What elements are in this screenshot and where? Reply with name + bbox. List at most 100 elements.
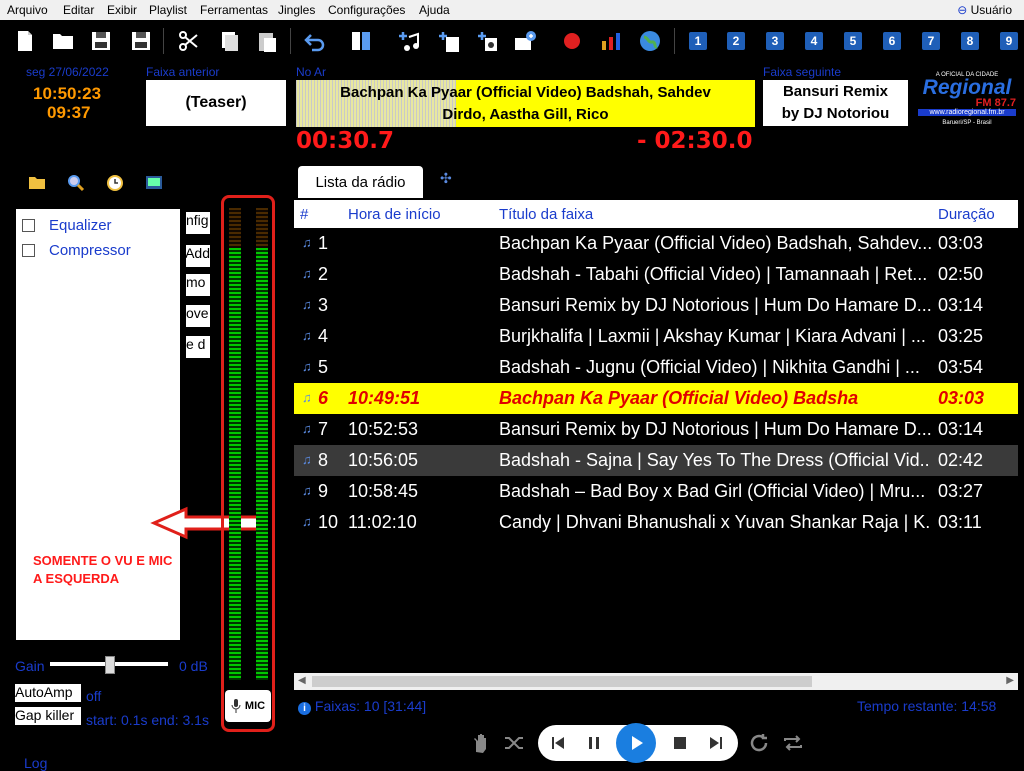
paste-icon[interactable] <box>254 28 280 54</box>
repeat-icon[interactable] <box>782 732 804 759</box>
compressor-option[interactable]: Compressor <box>22 242 131 259</box>
equalizer-checkbox[interactable] <box>22 219 35 232</box>
search-icon[interactable] <box>67 174 85 197</box>
user-menu[interactable]: ⊖ Usuário <box>957 3 1012 17</box>
cart-button-9[interactable]: 9 <box>1000 32 1018 50</box>
microphone-icon <box>231 699 241 713</box>
mic-button[interactable]: MIC <box>225 690 271 722</box>
shuffle-icon[interactable] <box>503 732 525 759</box>
cart-button-5[interactable]: 5 <box>844 32 862 50</box>
remove-button[interactable]: ove <box>186 305 210 327</box>
table-row[interactable]: ♫ 5 Badshah - Jugnu (Official Video) | Nik… <box>294 352 1018 383</box>
stop-button[interactable] <box>662 725 698 761</box>
cart-button-2[interactable]: 2 <box>727 32 745 50</box>
cart-button-3[interactable]: 3 <box>766 32 784 50</box>
record-icon[interactable] <box>559 28 585 54</box>
save-icon[interactable] <box>88 28 114 54</box>
menu-editar[interactable]: Editar <box>63 3 94 17</box>
table-row[interactable]: ♫ 9 10:58:45 Badshah – Bad Boy x Bad Girl (… <box>294 476 1018 507</box>
add-tab-icon[interactable]: ✣ <box>440 170 452 187</box>
table-row-current[interactable]: ♫ 6 10:49:51 Bachpan Ka Pyaar (Official Vid… <box>294 383 1018 414</box>
stats-icon[interactable] <box>598 28 624 54</box>
table-row[interactable]: ♫ 10 11:02:10 Candy | Dhvani Bhanushali x Y… <box>294 507 1018 538</box>
table-row[interactable]: ♫ 8 10:56:05 Badshah - Sajna | Say Yes To T… <box>294 445 1018 476</box>
column-title[interactable]: Título da faixa <box>499 206 593 223</box>
menu-exibir[interactable]: Exibir <box>107 3 137 17</box>
scrollbar-thumb[interactable] <box>312 676 812 687</box>
next-button[interactable] <box>698 725 734 761</box>
cart-button-7[interactable]: 7 <box>922 32 940 50</box>
menu-ajuda[interactable]: Ajuda <box>419 3 450 17</box>
menu-jingles[interactable]: Jingles <box>278 3 315 17</box>
folder-icon[interactable] <box>28 174 46 193</box>
edit-button[interactable]: e d <box>186 336 210 358</box>
undo-icon[interactable] <box>302 28 328 54</box>
next-track-line1: Bansuri Remix <box>782 83 889 100</box>
log-tab[interactable]: Log <box>24 755 47 771</box>
move-button[interactable]: mo <box>186 274 210 296</box>
config-button[interactable]: nfig <box>186 212 210 234</box>
row-number: 6 <box>318 388 329 408</box>
split-view-icon[interactable] <box>348 28 374 54</box>
row-duration: 03:25 <box>938 326 984 346</box>
add-music-icon[interactable] <box>396 28 422 54</box>
scroll-right-icon[interactable]: ▶ <box>1006 675 1014 686</box>
scroll-left-icon[interactable]: ◀ <box>298 675 306 686</box>
gapkiller-button[interactable]: Gap killer <box>15 707 81 725</box>
add-list-icon[interactable] <box>436 28 462 54</box>
equalizer-option[interactable]: Equalizer <box>22 217 112 234</box>
monitor-icon[interactable] <box>145 174 163 197</box>
row-number: 10 <box>318 512 339 532</box>
horizontal-scrollbar[interactable]: ◀ ▶ <box>294 673 1018 690</box>
globe-icon[interactable] <box>637 28 663 54</box>
menu-ferramentas[interactable]: Ferramentas <box>200 3 268 17</box>
copy-icon[interactable] <box>216 28 242 54</box>
table-row[interactable]: ♫ 3 Bansuri Remix by DJ Notorious | Hum Do… <box>294 290 1018 321</box>
save-as-icon[interactable] <box>128 28 154 54</box>
column-start-time[interactable]: Hora de início <box>348 206 441 223</box>
cart-button-6[interactable]: 6 <box>883 32 901 50</box>
row-duration: 03:03 <box>938 388 985 408</box>
cut-icon[interactable] <box>176 28 202 54</box>
table-row[interactable]: ♫ 2 Badshah - Tabahi (Official Video) | Ta… <box>294 259 1018 290</box>
pause-button[interactable] <box>576 725 612 761</box>
column-duration[interactable]: Duração <box>938 206 995 223</box>
hand-icon[interactable] <box>470 732 492 759</box>
add-jingle-icon[interactable] <box>475 28 501 54</box>
user-icon: ⊖ <box>957 3 968 17</box>
logo-frequency: FM 87.7 <box>975 97 1016 109</box>
gain-slider-thumb[interactable] <box>105 656 115 674</box>
play-button[interactable] <box>616 723 656 763</box>
add-button[interactable]: Add <box>186 245 210 267</box>
new-file-icon[interactable] <box>12 28 38 54</box>
table-row[interactable]: ♫ 7 10:52:53 Bansuri Remix by DJ Notorious … <box>294 414 1018 445</box>
menu-configuracoes[interactable]: Configurações <box>328 3 405 17</box>
table-row[interactable]: ♫ 4 Burjkhalifa | Laxmii | Akshay Kumar | … <box>294 321 1018 352</box>
row-title: Bansuri Remix by DJ Notorious | Hum Do H… <box>499 295 931 315</box>
menu-playlist[interactable]: Playlist <box>149 3 187 17</box>
compressor-checkbox[interactable] <box>22 244 35 257</box>
row-start-time: 10:58:45 <box>348 481 419 501</box>
column-number[interactable]: # <box>300 206 308 223</box>
toolbar-separator <box>290 28 291 54</box>
clock-icon[interactable] <box>106 174 124 197</box>
gain-slider[interactable] <box>50 656 168 674</box>
row-title: Candy | Dhvani Bhanushali x Yuvan Shanka… <box>499 512 931 532</box>
open-folder-icon[interactable] <box>50 28 76 54</box>
vu-meter-left <box>229 208 241 680</box>
autoamp-state: off <box>86 688 102 704</box>
remaining-time: - 02:30.0 <box>637 128 753 154</box>
cart-button-4[interactable]: 4 <box>805 32 823 50</box>
cart-button-8[interactable]: 8 <box>961 32 979 50</box>
tab-lista-da-radio[interactable]: Lista da rádio <box>298 166 423 198</box>
info-icon: i <box>298 702 311 715</box>
cart-button-1[interactable]: 1 <box>689 32 707 50</box>
previous-button[interactable] <box>540 725 576 761</box>
autoamp-button[interactable]: AutoAmp <box>15 684 81 702</box>
elapsed-time: 00:30.7 <box>296 128 394 154</box>
menu-arquivo[interactable]: Arquivo <box>7 3 48 17</box>
row-duration: 02:42 <box>938 450 984 470</box>
repeat-one-icon[interactable] <box>748 732 770 759</box>
table-row[interactable]: ♫ 1 Bachpan Ka Pyaar (Official Video) Bads… <box>294 228 1018 259</box>
add-mail-icon[interactable] <box>512 28 538 54</box>
